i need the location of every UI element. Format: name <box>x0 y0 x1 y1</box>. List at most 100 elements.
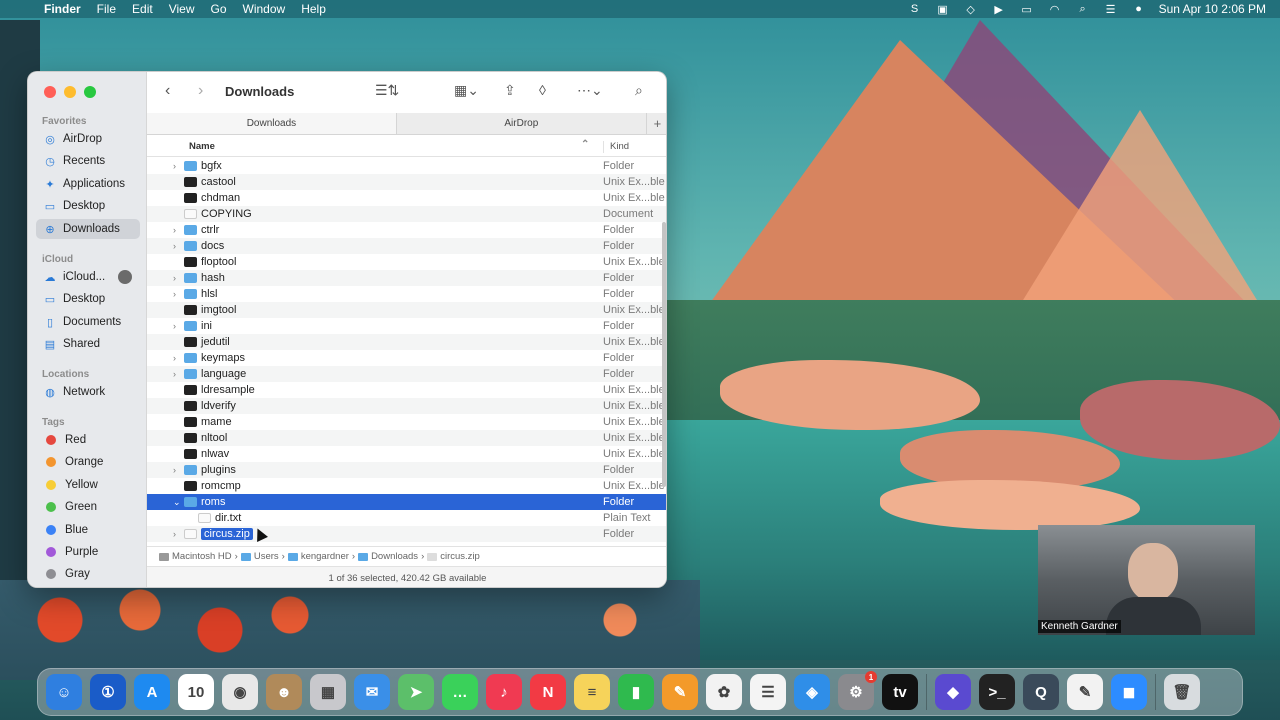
column-kind-header[interactable]: Kind <box>603 141 629 153</box>
file-row[interactable]: › docs Folder <box>147 238 666 254</box>
dock-chrome-icon[interactable]: ◉ <box>222 674 258 710</box>
spotlight-search-icon[interactable]: ⌕ <box>1075 3 1091 15</box>
dock-textedit-icon[interactable]: ✎ <box>1067 674 1103 710</box>
back-chevron-icon[interactable]: ‹ <box>165 82 170 100</box>
sidebar-item-recents[interactable]: ◷ Recents <box>36 151 140 171</box>
status-s-icon[interactable]: S <box>907 3 923 15</box>
dock-messages-icon[interactable]: … <box>442 674 478 710</box>
disclosure-collapsed-icon[interactable]: › <box>173 353 183 363</box>
minimize-button[interactable] <box>64 86 76 98</box>
sort-ascending-icon[interactable]: ⌃ <box>581 139 589 150</box>
tab-airdrop[interactable]: AirDrop <box>397 113 647 134</box>
dock-finder-icon[interactable]: ☺ <box>46 674 82 710</box>
sidebar-tag-yellow[interactable]: Yellow <box>36 475 140 495</box>
file-row[interactable]: ⌄ roms Folder <box>147 494 666 510</box>
sidebar-tag-blue[interactable]: Blue <box>36 520 140 540</box>
control-center-icon[interactable]: ☰ <box>1103 3 1119 16</box>
vertical-scrollbar[interactable] <box>662 222 666 487</box>
sidebar-item-documents[interactable]: ▯ Documents <box>36 312 140 332</box>
dock-numbers-icon[interactable]: ▮ <box>618 674 654 710</box>
file-row[interactable]: chdman Unix Ex...ble <box>147 190 666 206</box>
file-row[interactable]: › hash Folder <box>147 270 666 286</box>
dock-system-preferences-icon[interactable]: ⚙ 1 <box>838 671 877 710</box>
file-row[interactable]: ldverify Unix Ex...ble <box>147 398 666 414</box>
screen-layout-icon[interactable]: ▣ <box>935 3 951 16</box>
disclosure-collapsed-icon[interactable]: › <box>173 529 183 539</box>
dock-shortcuts-icon[interactable]: ◆ <box>935 674 971 710</box>
file-row[interactable]: › keymaps Folder <box>147 350 666 366</box>
sidebar-item-network[interactable]: ◍ Network <box>36 382 140 402</box>
file-row[interactable]: COPYING Document <box>147 206 666 222</box>
path-segment[interactable]: Downloads <box>371 551 418 562</box>
dock-reminders-icon[interactable]: ☰ <box>750 674 786 710</box>
file-row[interactable]: floptool Unix Ex...ble <box>147 254 666 270</box>
sidebar-item-shared[interactable]: ▤ Shared <box>36 334 140 354</box>
list-view-icon[interactable]: ☰⇅ <box>375 82 399 99</box>
play-icon[interactable]: ▶ <box>991 3 1007 16</box>
menu-help[interactable]: Help <box>301 2 326 16</box>
dock-trash-icon[interactable]: 🗑 <box>1164 674 1200 710</box>
file-row[interactable]: romcmp Unix Ex...ble <box>147 478 666 494</box>
tab-downloads[interactable]: Downloads <box>147 113 397 134</box>
disclosure-expanded-icon[interactable]: ⌄ <box>173 497 183 508</box>
disclosure-collapsed-icon[interactable]: › <box>173 369 183 379</box>
menu-window[interactable]: Window <box>243 2 286 16</box>
menu-go[interactable]: Go <box>211 2 227 16</box>
file-row[interactable]: › ini Folder <box>147 318 666 334</box>
sidebar-tag-orange[interactable]: Orange <box>36 452 140 472</box>
menu-app-name[interactable]: Finder <box>44 2 81 16</box>
wifi-icon[interactable]: ◠ <box>1047 3 1063 16</box>
tag-icon[interactable]: ◊ <box>539 82 546 98</box>
forward-chevron-icon[interactable]: › <box>198 82 203 100</box>
dock-terminal-icon[interactable]: >_ <box>979 674 1015 710</box>
dock-photos-icon[interactable]: ✿ <box>706 674 742 710</box>
file-row[interactable]: › bgfx Folder <box>147 158 666 174</box>
menu-edit[interactable]: Edit <box>132 2 153 16</box>
file-row[interactable]: › circus.zip Folder <box>147 526 666 542</box>
menu-view[interactable]: View <box>169 2 195 16</box>
file-row[interactable]: mame Unix Ex...ble <box>147 414 666 430</box>
path-segment[interactable]: Macintosh HD <box>172 551 232 562</box>
disclosure-collapsed-icon[interactable]: › <box>173 289 183 299</box>
dock-notes-icon[interactable]: ≡ <box>574 674 610 710</box>
disclosure-collapsed-icon[interactable]: › <box>173 273 183 283</box>
file-row[interactable]: › language Folder <box>147 366 666 382</box>
dock-zoom-icon[interactable]: ◼ <box>1111 674 1147 710</box>
sidebar-item-airdrop[interactable]: ◎ AirDrop <box>36 129 140 149</box>
battery-icon[interactable]: ▭ <box>1019 3 1035 16</box>
dock-app-store-icon[interactable]: A <box>134 674 170 710</box>
sidebar-item-applications[interactable]: ✦ Applications <box>36 174 140 194</box>
path-segment[interactable]: kengardner <box>301 551 349 562</box>
sidebar-item-icloud-desktop[interactable]: ▭ Desktop <box>36 289 140 309</box>
dock-maps-icon[interactable]: ➤ <box>398 674 434 710</box>
file-row[interactable]: dir.txt Plain Text <box>147 510 666 526</box>
sidebar-tag-green[interactable]: Green <box>36 497 140 517</box>
zoom-button[interactable] <box>84 86 96 98</box>
dock-apple-tv-icon[interactable]: tv <box>882 674 918 710</box>
dock-quicktime-icon[interactable]: Q <box>1023 674 1059 710</box>
filename-edit-field[interactable]: circus.zip <box>201 528 253 540</box>
file-row[interactable]: imgtool Unix Ex...ble <box>147 302 666 318</box>
more-actions-icon[interactable]: ⋯⌄ <box>577 82 603 99</box>
sidebar-tag-gray[interactable]: Gray <box>36 564 140 584</box>
disclosure-collapsed-icon[interactable]: › <box>173 241 183 251</box>
file-row[interactable]: nlwav Unix Ex...ble <box>147 446 666 462</box>
close-button[interactable] <box>44 86 56 98</box>
file-row[interactable]: castool Unix Ex...ble <box>147 174 666 190</box>
sidebar-tag-red[interactable]: Red <box>36 430 140 450</box>
sidebar-item-icloud-drive[interactable]: ☁ iCloud... <box>36 267 140 287</box>
dock-calendar-icon[interactable]: 10 <box>178 674 214 710</box>
search-icon[interactable]: ⌕ <box>635 82 643 99</box>
share-icon[interactable]: ⇪ <box>504 82 516 99</box>
dock-safari-icon[interactable]: ◈ <box>794 674 830 710</box>
path-segment[interactable]: Users <box>254 551 279 562</box>
dock-music-icon[interactable]: ♪ <box>486 674 522 710</box>
dock-mail-icon[interactable]: ✉ <box>354 674 390 710</box>
dock-1password-icon[interactable]: ① <box>90 674 126 710</box>
layers-icon[interactable]: ◇ <box>963 3 979 16</box>
file-row[interactable]: › plugins Folder <box>147 462 666 478</box>
menu-clock[interactable]: Sun Apr 10 2:06 PM <box>1159 2 1266 16</box>
file-row[interactable]: nltool Unix Ex...ble <box>147 430 666 446</box>
sidebar-item-downloads[interactable]: ⊕ Downloads <box>36 219 140 239</box>
dock-contacts-icon[interactable]: ☻ <box>266 674 302 710</box>
